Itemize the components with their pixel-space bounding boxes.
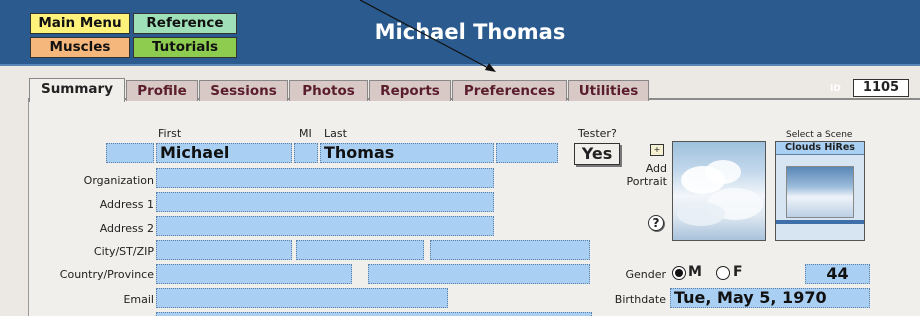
gender-male-radio[interactable] [672,266,686,280]
zip-field[interactable] [430,240,590,260]
scene-selector[interactable]: Clouds HiRes [775,141,865,241]
scene-name: Clouds HiRes [776,142,864,155]
tab-sessions[interactable]: Sessions [199,80,288,101]
email-label: Email [123,293,154,306]
country-field[interactable] [156,264,352,284]
last-name-field[interactable]: Thomas [320,143,494,163]
address1-field[interactable] [156,192,494,212]
gender-female-label: F [733,264,743,280]
city-field[interactable] [156,240,292,260]
prefix-field[interactable] [106,143,154,163]
first-name-field[interactable]: Michael [156,143,292,163]
suffix-field[interactable] [496,143,558,163]
help-icon[interactable]: ? [648,215,664,231]
phone-field[interactable] [156,312,592,316]
scene-strip [776,220,864,224]
tab-profile[interactable]: Profile [126,80,198,101]
tab-summary[interactable]: Summary [29,78,125,102]
organization-label: Organization [83,174,154,187]
organization-field[interactable] [156,168,494,188]
id-label: ID [830,84,841,94]
callout-arrow [359,0,496,72]
first-label: First [158,127,182,140]
address2-field[interactable] [156,216,494,236]
scene-thumbnail [786,166,854,218]
state-field[interactable] [296,240,424,260]
portrait-photo[interactable] [672,141,766,241]
last-label: Last [324,127,347,140]
tab-photos[interactable]: Photos [289,80,368,101]
gender-label: Gender [625,268,666,281]
gender-male-label: M [688,264,702,280]
tab-utilities[interactable]: Utilities [568,80,649,101]
tab-preferences[interactable]: Preferences [452,80,567,101]
birthdate-label: Birthdate [614,293,666,306]
tester-button[interactable]: Yes [574,143,620,165]
mi-label: MI [299,127,312,140]
add-portrait-icon[interactable]: + [650,144,664,156]
tab-reports[interactable]: Reports [369,80,451,101]
email-field[interactable] [156,288,448,308]
country-label: Country/Province [59,268,154,281]
age-field: 44 [805,264,870,284]
tester-label: Tester? [578,127,617,140]
address1-label: Address 1 [99,198,154,211]
city-label: City/ST/ZIP [93,245,154,258]
address2-label: Address 2 [99,222,154,235]
select-scene-label: Select a Scene [786,130,853,140]
province-field[interactable] [368,264,590,284]
middle-initial-field[interactable] [294,143,318,163]
add-portrait-label: Add [645,162,667,175]
id-field: 1105 [853,79,909,97]
add-portrait-label-2: Portrait [626,175,667,188]
cloud-image [677,160,763,226]
gender-female-radio[interactable] [716,266,730,280]
birthdate-field[interactable]: Tue, May 5, 1970 [670,288,870,308]
